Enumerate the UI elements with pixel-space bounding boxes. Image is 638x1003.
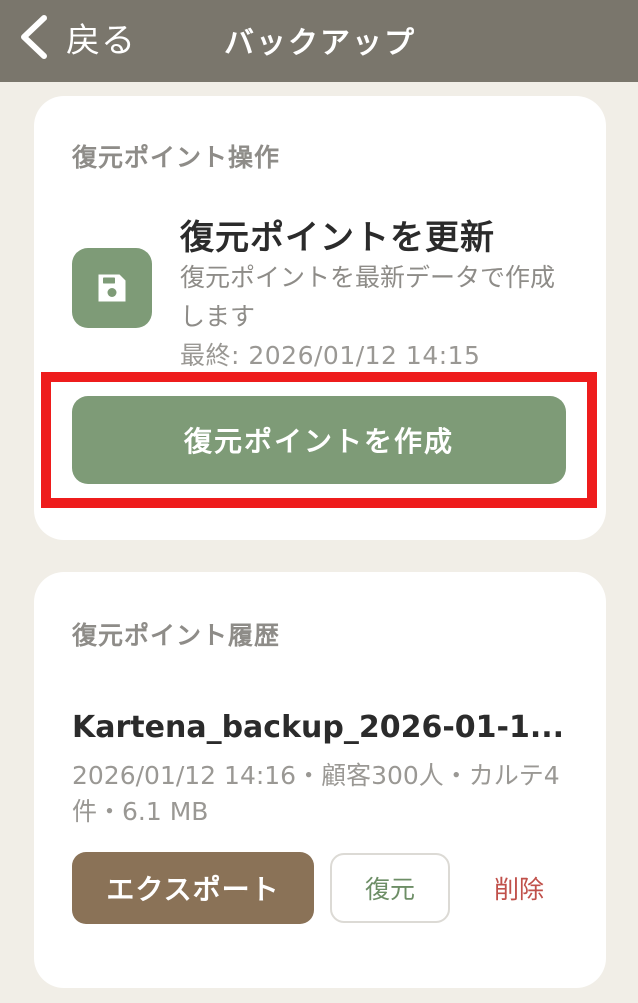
- section-title-restore-ops: 復元ポイント操作: [72, 143, 281, 172]
- page-title: バックアップ: [224, 26, 416, 61]
- back-label: 戻る: [66, 20, 136, 61]
- delete-button[interactable]: 削除: [474, 853, 564, 923]
- refresh-title: 復元ポイントを更新: [180, 218, 495, 258]
- refresh-description: 復元ポイントを最新データで作成します: [180, 263, 556, 331]
- floppy-disk-icon: [98, 274, 126, 302]
- export-button[interactable]: エクスポート: [72, 852, 314, 924]
- highlight-frame: [41, 372, 597, 508]
- backup-file-meta: 2026/01/12 14:16・顧客300人・カルテ4件・6.1 MB: [72, 761, 560, 826]
- restore-history-card: 復元ポイント履歴 Kartena_backup_2026-01-1... 202…: [34, 572, 606, 988]
- chevron-left-icon: [21, 15, 47, 59]
- section-title-history: 復元ポイント履歴: [72, 621, 281, 650]
- navigation-bar: 戻る バックアップ: [0, 0, 638, 82]
- last-updated: 最終: 2026/01/12 14:15: [180, 341, 481, 370]
- back-button[interactable]: 戻る: [16, 12, 136, 62]
- backup-file-name: Kartena_backup_2026-01-1...: [72, 710, 565, 745]
- save-icon-box: [72, 248, 152, 328]
- restore-button[interactable]: 復元: [330, 853, 450, 923]
